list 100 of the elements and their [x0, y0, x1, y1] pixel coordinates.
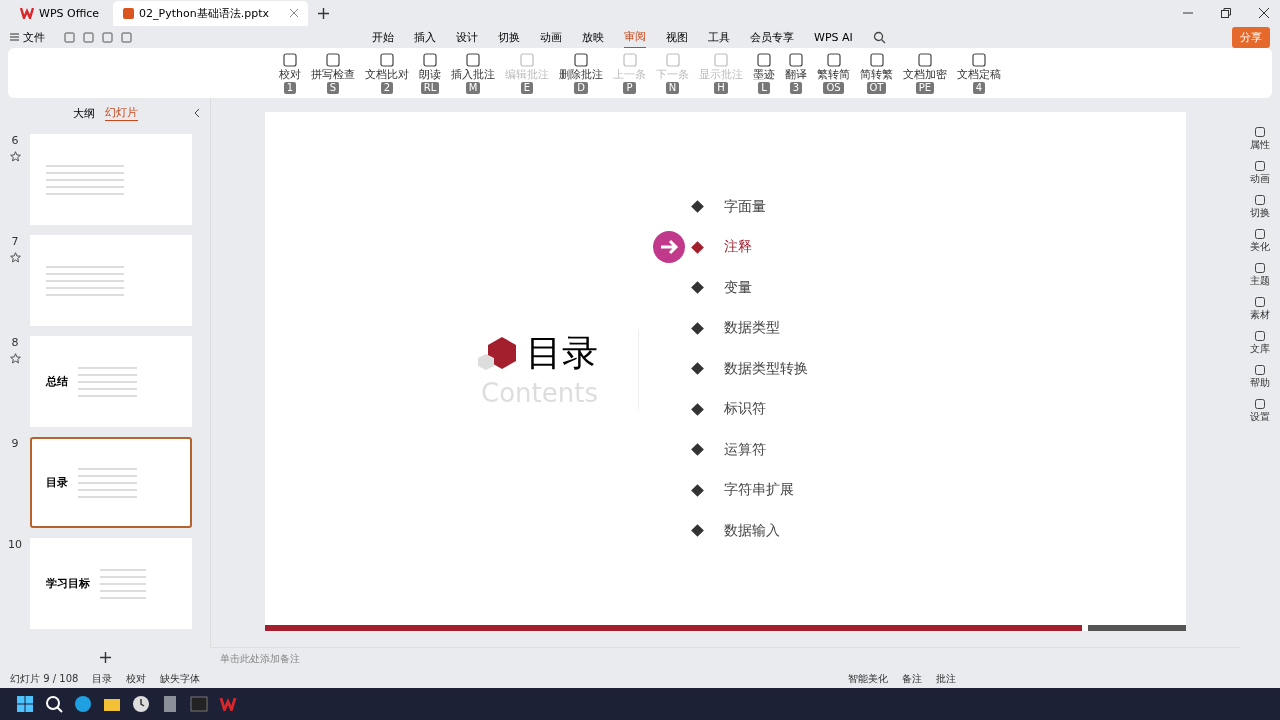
ribbon-button[interactable]: 校对 1 — [277, 50, 303, 96]
ribbon-tab[interactable]: 会员专享 — [750, 26, 794, 48]
document-tab[interactable]: WPS Office — [10, 1, 110, 25]
sidebar-button[interactable]: 动画 — [1250, 160, 1270, 186]
arrow-circle-icon — [653, 231, 685, 263]
status-button[interactable]: 智能美化 — [848, 672, 888, 686]
close-icon[interactable] — [1258, 7, 1270, 19]
slide-number: 8 — [11, 336, 19, 349]
ribbon-tab[interactable]: 工具 — [708, 26, 730, 48]
sidebar-button[interactable]: 帮助 — [1250, 364, 1270, 390]
status-button[interactable]: 目录 — [92, 672, 113, 686]
thumbnail-title: 学习目标 — [46, 576, 90, 591]
tab-label: WPS Office — [39, 6, 100, 20]
agenda-item: 注释 — [724, 238, 752, 256]
clock-icon[interactable] — [132, 695, 150, 713]
panel-icon — [1254, 228, 1266, 240]
ribbon-tab[interactable]: WPS AI — [814, 27, 853, 47]
slide-thumbnail[interactable]: 目录 — [30, 437, 192, 528]
document-icon — [756, 52, 772, 68]
slide-number: 9 — [11, 437, 19, 450]
status-button[interactable]: 缺失字体 — [160, 672, 201, 686]
panel-icon — [1254, 398, 1266, 410]
menu-icon[interactable] — [10, 33, 19, 41]
ribbon-tab[interactable]: 放映 — [582, 26, 604, 48]
document-icon — [971, 52, 987, 68]
ribbon-tab[interactable]: 插入 — [414, 26, 436, 48]
sidebar-button[interactable]: 素材 — [1250, 296, 1270, 322]
slide-thumbnail[interactable] — [30, 134, 192, 225]
ribbon-button[interactable]: 朗读 RL — [417, 50, 443, 96]
ribbon-tab[interactable]: 开始 — [372, 26, 394, 48]
star-icon[interactable] — [9, 353, 21, 364]
panel-icon — [1254, 296, 1266, 308]
ribbon-button[interactable]: 繁转简 OS — [815, 50, 852, 96]
document-icon — [664, 52, 681, 68]
ribbon-button[interactable]: 简转繁 OT — [858, 50, 895, 96]
ribbon-button[interactable]: 翻译 3 — [783, 50, 809, 96]
wps-logo-icon — [20, 7, 34, 19]
ribbon-tab[interactable]: 视图 — [666, 26, 688, 48]
sidebar-button[interactable]: 主题 — [1250, 262, 1270, 288]
status-button[interactable]: 备注 — [902, 672, 922, 686]
sidebar-button[interactable]: 美化 — [1250, 228, 1270, 254]
agenda-item: 标识符 — [724, 400, 766, 418]
slide-thumbnail[interactable]: 学习目标 — [30, 538, 192, 629]
search-icon[interactable] — [872, 30, 886, 44]
document-icon — [713, 52, 729, 68]
ribbon-button[interactable]: 拼写检查 S — [309, 50, 357, 96]
agenda-item: 字符串扩展 — [724, 481, 794, 499]
slide-number: 7 — [11, 235, 19, 248]
slide-number: 10 — [8, 538, 22, 551]
ribbon-button[interactable]: 文档定稿 4 — [955, 50, 1003, 96]
document-icon — [282, 52, 298, 68]
ribbon-button[interactable]: 删除批注 D — [557, 50, 605, 96]
wps-logo-icon[interactable] — [219, 697, 237, 711]
status-button[interactable]: 批注 — [936, 672, 956, 686]
document-icon — [465, 52, 481, 68]
toolbar-icon[interactable] — [101, 30, 114, 44]
toolbar-icon[interactable] — [120, 30, 133, 44]
chevron-left-icon[interactable] — [194, 108, 200, 118]
panel-icon — [1254, 194, 1266, 206]
panel-icon — [1254, 364, 1266, 376]
ribbon-button[interactable]: 插入批注 M — [449, 50, 497, 96]
document-icon — [422, 52, 438, 68]
agenda-item: 数据类型 — [724, 319, 780, 337]
agenda-item: 数据类型转换 — [724, 359, 808, 378]
star-icon[interactable] — [9, 151, 21, 162]
sidebar-button[interactable]: 文库 — [1250, 330, 1270, 356]
sidebar-button[interactable]: 属性 — [1250, 126, 1270, 152]
agenda-item: 字面量 — [724, 197, 766, 216]
restore-icon[interactable] — [1220, 7, 1232, 19]
slide-thumbnail[interactable] — [30, 235, 192, 326]
panel-tab[interactable]: 幻灯片 — [104, 105, 138, 121]
ribbon-button[interactable]: 文档加密 PE — [901, 50, 949, 96]
ribbon-tab[interactable]: 设计 — [456, 26, 478, 48]
document-icon — [573, 52, 589, 68]
slide-title: 目录 — [526, 331, 598, 375]
start-icon[interactable] — [16, 695, 34, 713]
ribbon-button[interactable]: 文档比对 2 — [363, 50, 411, 96]
star-icon[interactable] — [9, 252, 21, 263]
search-icon[interactable] — [45, 695, 63, 713]
panel-tab[interactable]: 大纲 — [72, 105, 95, 121]
sidebar-button[interactable]: 切换 — [1250, 194, 1270, 220]
toolbar-icon[interactable] — [63, 30, 76, 44]
toolbar-icon[interactable] — [82, 30, 95, 44]
ribbon-button[interactable]: 墨迹 L — [751, 50, 777, 96]
ribbon-tab[interactable]: 动画 — [540, 26, 562, 48]
panel-icon — [1254, 126, 1266, 138]
panel-icon — [1254, 262, 1266, 274]
slide-thumbnail[interactable]: 总结 — [30, 336, 192, 427]
sidebar-button[interactable]: 设置 — [1250, 398, 1270, 424]
document-icon — [825, 52, 842, 68]
document-icon — [325, 52, 341, 68]
browser-icon[interactable] — [74, 695, 92, 713]
add-slide-icon[interactable] — [99, 651, 111, 663]
presentation-file-icon — [123, 7, 135, 19]
ribbon-tab[interactable]: 切换 — [498, 26, 520, 48]
close-tab-icon[interactable] — [290, 9, 299, 17]
status-button[interactable]: 校对 — [126, 672, 147, 686]
calculator-icon[interactable] — [161, 695, 179, 713]
document-tab[interactable]: 02_Python基础语法.pptx — [113, 0, 309, 26]
file-menu[interactable]: 文件 — [23, 29, 45, 45]
